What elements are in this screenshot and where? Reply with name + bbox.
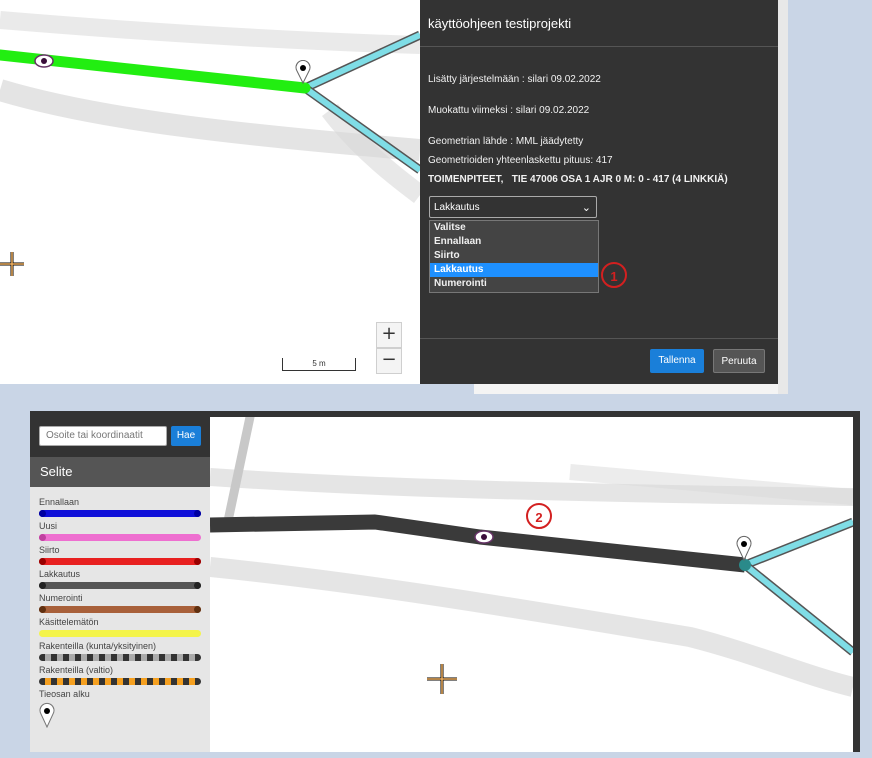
option-ennallaan[interactable]: Ennallaan: [430, 235, 598, 249]
legend-bar-uusi: [39, 534, 201, 541]
legend-bar-kasittelematon: [39, 630, 201, 637]
added-info: Lisätty järjestelmään : silari 09.02.202…: [428, 74, 601, 85]
action-select-value: Lakkautus: [434, 202, 480, 213]
legend-label: Tieosan alku: [39, 689, 90, 699]
legend-label: Siirto: [39, 545, 60, 555]
callout-2: 2: [526, 503, 552, 529]
map-view-top[interactable]: + − 5 m: [0, 0, 420, 384]
option-numerointi[interactable]: Numerointi: [430, 277, 598, 291]
right-edge: [778, 0, 788, 394]
legend-label: Lakkautus: [39, 569, 81, 579]
top-screenshot: + − 5 m käyttöohjeen testiprojekti Lisät…: [0, 0, 788, 394]
zoom-out-button[interactable]: −: [376, 348, 402, 374]
legend-bar-siirto: [39, 558, 201, 565]
geometry-source: Geometrian lähde : MML jäädytetty: [428, 136, 584, 147]
legend-label: Ennallaan: [39, 497, 80, 507]
legend-label: Rakenteilla (valtio): [39, 665, 114, 675]
option-lakkautus[interactable]: Lakkautus: [430, 263, 598, 277]
action-dropdown-list[interactable]: Valitse Ennallaan Siirto Lakkautus Numer…: [429, 220, 599, 293]
chevron-down-icon: ⌄: [581, 202, 591, 214]
scale-bar: 5 m: [282, 358, 356, 371]
legend-bar-rakenteilla-valtio: [39, 678, 201, 685]
map-canvas-top: [0, 11, 420, 203]
zoom-in-button[interactable]: +: [376, 322, 402, 348]
actions-line: TOIMENPITEET, TIE 47006 OSA 1 AJR 0 M: 0…: [428, 174, 728, 185]
map-view-bottom[interactable]: 2: [210, 417, 853, 752]
bottom-edge: [474, 384, 778, 394]
action-select[interactable]: Lakkautus ⌄: [429, 196, 597, 218]
map-canvas-bottom: [210, 417, 853, 697]
bottom-screenshot: Osoite tai koordinaatit Hae Selite Ennal…: [30, 411, 860, 752]
option-valitse[interactable]: Valitse: [430, 221, 598, 235]
save-button[interactable]: Tallenna: [650, 349, 704, 373]
search-button[interactable]: Hae: [171, 426, 201, 446]
legend-bar-rakenteilla-kunta: [39, 654, 201, 661]
legend-bar-lakkautus: [39, 582, 201, 589]
legend-label: Numerointi: [39, 593, 83, 603]
map-pin-icon: [39, 702, 55, 731]
legend-title: Selite: [30, 457, 210, 487]
divider: [420, 46, 778, 47]
legend-bar-numerointi: [39, 606, 201, 613]
modified-info: Muokattu viimeksi : silari 09.02.2022: [428, 105, 590, 116]
divider: [420, 338, 778, 339]
project-title: käyttöohjeen testiprojekti: [428, 16, 572, 31]
legend-label: Käsittelemätön: [39, 617, 99, 627]
callout-1: 1: [601, 262, 627, 288]
legend-label: Uusi: [39, 521, 58, 531]
cancel-button[interactable]: Peruuta: [713, 349, 765, 373]
search-input[interactable]: Osoite tai koordinaatit: [39, 426, 167, 446]
option-siirto[interactable]: Siirto: [430, 249, 598, 263]
legend-panel: Ennallaan Uusi Siirto Lakkautus Numeroin…: [30, 487, 210, 752]
legend-label: Rakenteilla (kunta/yksityinen): [39, 641, 157, 651]
legend-bar-ennallaan: [39, 510, 201, 517]
total-length: Geometrioiden yhteenlaskettu pituus: 417: [428, 155, 613, 166]
project-side-panel: käyttöohjeen testiprojekti Lisätty järje…: [420, 0, 778, 384]
